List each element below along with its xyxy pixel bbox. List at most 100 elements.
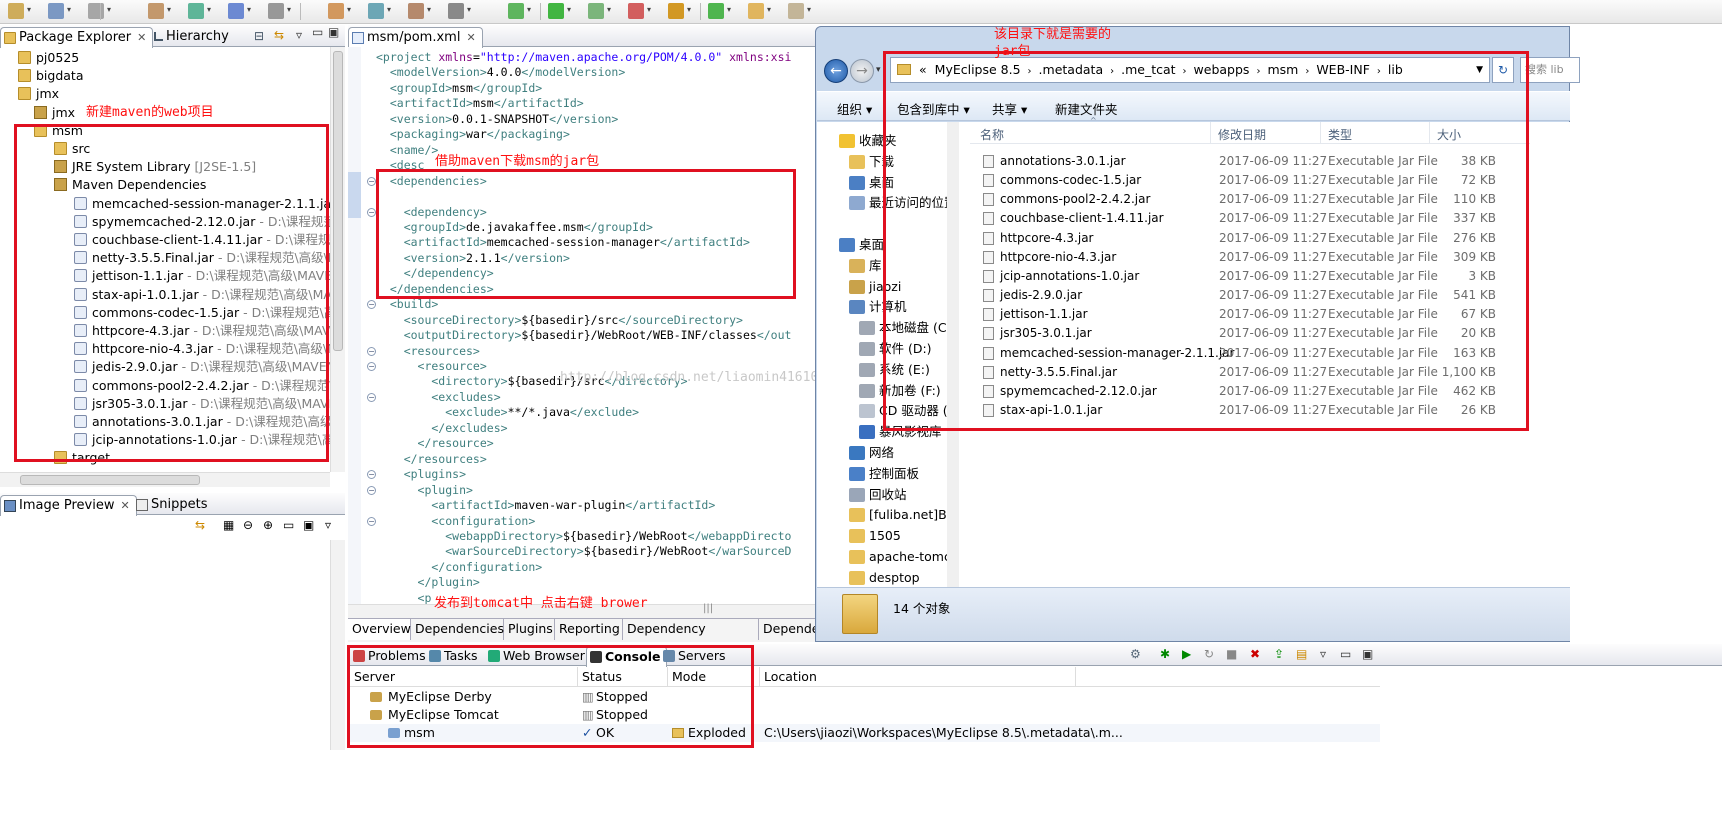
command-button[interactable]: 新建文件夹 [1055, 99, 1118, 118]
command-button[interactable]: 组织 ▾ [837, 99, 872, 118]
chevron-right-icon[interactable]: › [1377, 66, 1381, 77]
xml-editor[interactable]: <project xmlns="http://maven.apache.org/… [348, 47, 818, 607]
sync-icon[interactable]: ⇆ [195, 518, 205, 532]
column-header[interactable]: 类型 [1328, 126, 1352, 143]
nav-item[interactable]: 计算机 [845, 296, 947, 317]
deploy-icon[interactable] [668, 3, 684, 19]
zoom-in-icon[interactable]: ⊕ [263, 518, 273, 532]
debug-icon[interactable] [508, 3, 524, 19]
refresh-icon[interactable]: ↻ [1492, 57, 1514, 83]
file-row[interactable]: jedis-2.9.0.jar 2017-06-09 11:27 Executabl… [980, 286, 1520, 305]
tree-item[interactable]: src [54, 139, 90, 158]
nav-item[interactable]: 软件 (D:) [855, 338, 947, 359]
open-type-icon[interactable] [408, 3, 424, 19]
print-icon[interactable] [88, 3, 104, 19]
dropdown-icon[interactable]: ▾ [467, 5, 471, 14]
nav-item[interactable]: 网络 [845, 442, 947, 463]
debug-server-icon[interactable]: ✱ [1160, 647, 1170, 661]
stop-server-icon[interactable]: ■ [1226, 647, 1237, 661]
column-header[interactable]: Mode [672, 669, 706, 684]
horizontal-scrollbar[interactable] [0, 472, 330, 487]
nav-scrollbar[interactable] [947, 122, 959, 592]
file-row[interactable]: netty-3.5.5.Final.jar 2017-06-09 11:27 Exe… [980, 363, 1520, 382]
dropdown-icon[interactable]: ▾ [607, 5, 611, 14]
nav-item[interactable]: 下载 [845, 151, 947, 172]
tree-item[interactable]: msm [34, 121, 83, 140]
tree-item[interactable]: bigdata [18, 66, 84, 85]
nav-item[interactable]: 控制面板 [845, 463, 947, 484]
collapse-all-icon[interactable]: ⊟ [254, 29, 264, 43]
fold-toggle-icon[interactable]: − [367, 207, 376, 217]
file-row[interactable]: stax-api-1.0.1.jar 2017-06-09 11:27 Execut… [980, 401, 1520, 420]
forward-button[interactable]: → [850, 59, 874, 83]
maximize-icon[interactable]: ▣ [1362, 647, 1373, 661]
dropdown-icon[interactable]: ▾ [387, 5, 391, 14]
publish-icon[interactable]: ⇪ [1274, 647, 1284, 661]
fold-toggle-icon[interactable]: − [367, 470, 376, 480]
tree-item[interactable]: annotations-3.0.1.jar- D:\课程规范\高级\MAV [74, 412, 330, 431]
nav-item[interactable]: jiaozi [845, 276, 947, 297]
profile-server-icon[interactable]: ↻ [1204, 647, 1214, 661]
run-ext-icon[interactable] [588, 3, 604, 19]
tree-item[interactable]: jmx [18, 84, 59, 103]
breadcrumb-item[interactable]: « [919, 62, 927, 77]
recent-pages-icon[interactable]: ▾ [876, 65, 881, 75]
breadcrumb-item[interactable]: .me_tcat [1121, 62, 1175, 77]
minimize-icon[interactable]: ▭ [1340, 647, 1351, 661]
package-icon[interactable] [188, 3, 204, 19]
tree-item[interactable]: netty-3.5.5.Final.jar- D:\课程规范\高级\MAVEN [74, 248, 330, 267]
tab-console[interactable]: Console [586, 646, 668, 667]
filter-icon[interactable]: ⚙ [1130, 647, 1141, 661]
column-header[interactable]: Location [764, 669, 817, 684]
column-header[interactable]: Status [582, 669, 622, 684]
nav-item[interactable]: 1505 [845, 525, 947, 546]
profile-icon[interactable] [628, 3, 644, 19]
back-button[interactable]: ← [824, 59, 848, 83]
tree-item[interactable]: httpcore-4.3.jar- D:\课程规范\高级\MAVEN\a [74, 321, 330, 340]
tab-pom-xml[interactable]: msm/pom.xml ✕ [348, 27, 483, 48]
chevron-right-icon[interactable]: › [1183, 66, 1187, 77]
editor-page-tab[interactable]: Dependencies [411, 619, 504, 640]
nav-item[interactable]: [fuliba.net]Baidu [845, 504, 947, 525]
editor-page-tab[interactable]: Overview [348, 619, 411, 640]
browse-icon[interactable]: ▤ [1296, 647, 1307, 661]
class-icon[interactable] [228, 3, 244, 19]
view-menu-icon[interactable]: ▿ [1320, 647, 1326, 661]
tree-item[interactable]: jcip-annotations-1.0.jar- D:\课程规范\高级\M [74, 430, 330, 449]
dropdown-icon[interactable]: ▾ [287, 5, 291, 14]
dropdown-icon[interactable]: ▾ [167, 5, 171, 14]
dropdown-icon[interactable]: ▾ [687, 5, 691, 14]
new-project-icon[interactable] [148, 3, 164, 19]
server-icon[interactable] [268, 3, 284, 19]
chevron-right-icon[interactable]: › [1305, 66, 1309, 77]
file-row[interactable]: httpcore-nio-4.3.jar 2017-06-09 11:27 Exec… [980, 248, 1520, 267]
tab-tasks[interactable]: Tasks [426, 646, 484, 667]
column-header[interactable]: 名称 [980, 126, 1004, 143]
file-row[interactable]: jsr305-3.0.1.jar 2017-06-09 11:27 Executab… [980, 324, 1520, 343]
file-row[interactable]: commons-codec-1.5.jar 2017-06-09 11:27 Exe… [980, 171, 1520, 190]
server-row[interactable]: MyEclipse Tomcat ▥ Stopped [350, 706, 1380, 724]
dropdown-icon[interactable]: ▾ [767, 5, 771, 14]
column-header[interactable]: 修改日期 [1218, 126, 1266, 143]
file-row[interactable]: annotations-3.0.1.jar 2017-06-09 11:27 Exe… [980, 152, 1520, 171]
file-row[interactable]: memcached-session-manager-2.1.1.jar 2017-… [980, 344, 1520, 363]
tree-item[interactable]: commons-codec-1.5.jar- D:\课程规范\高级\M [74, 303, 330, 322]
preview-scrollbar[interactable] [330, 540, 345, 750]
search-input[interactable]: 搜索 lib [1520, 57, 1580, 83]
tree-item[interactable]: Maven Dependencies [54, 175, 206, 194]
address-bar[interactable]: « MyEclipse 8.5 › .metadata › .me_tcat › webapp… [890, 57, 1490, 83]
search-icon[interactable] [368, 3, 384, 19]
dropdown-icon[interactable]: ▾ [727, 5, 731, 14]
back-icon[interactable] [748, 3, 764, 19]
tab-image-preview[interactable]: Image Preview ✕ [0, 495, 137, 516]
fit-window-icon[interactable]: ▣ [303, 518, 314, 532]
dropdown-icon[interactable]: ▾ [107, 5, 111, 14]
nav-item[interactable]: CD 驱动器 (H:) [855, 400, 947, 421]
tree-item[interactable]: memcached-session-manager-2.1.1.jar- D:\ [74, 194, 330, 213]
file-row[interactable]: jcip-annotations-1.0.jar 2017-06-09 11:27… [980, 267, 1520, 286]
delete-icon[interactable]: ✖ [1250, 647, 1260, 661]
link-editor-icon[interactable]: ⇆ [274, 28, 284, 42]
tree-item[interactable]: target [54, 448, 110, 467]
dropdown-icon[interactable]: ▾ [647, 5, 651, 14]
start-server-icon[interactable]: ▶ [1182, 647, 1191, 661]
